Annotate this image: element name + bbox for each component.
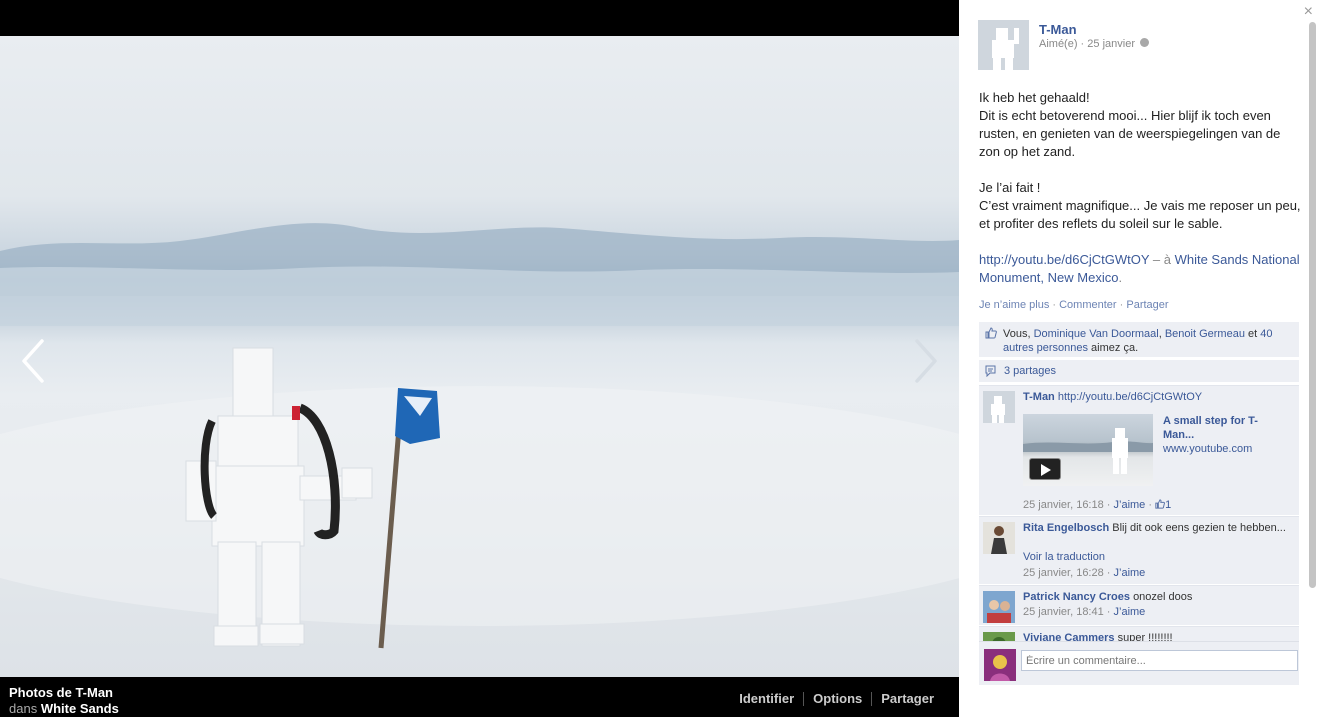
previous-photo-button[interactable] — [18, 338, 48, 384]
post-text-nl: Ik heb het gehaald! Dit is echt betovere… — [979, 90, 1281, 159]
shares-link[interactable]: 3 partages — [1004, 365, 1056, 377]
author-name[interactable]: T-Man — [1039, 22, 1077, 37]
comment-date[interactable]: 25 janvier, 16:28 — [1023, 567, 1104, 579]
post-link-sep: – à — [1149, 252, 1175, 267]
unlike-link[interactable]: Je n’aime plus — [979, 299, 1049, 311]
avatar-image — [978, 20, 1029, 70]
chevron-left-icon — [22, 339, 44, 383]
comment-text: T-Man http://youtu.be/d6CjCtGWtOY — [1023, 390, 1291, 404]
post-text-fr: Je l’ai fait ! C’est vraiment magnifique… — [979, 180, 1301, 231]
comment-like-link[interactable]: J’aime — [1114, 606, 1146, 618]
action-sep: · — [1116, 299, 1127, 311]
post-link-line: http://youtu.be/d6CjCtGWtOY – à White Sa… — [979, 251, 1304, 287]
avatar-image — [983, 391, 1015, 423]
comment-body: onozel doos — [1133, 591, 1193, 603]
comment-avatar[interactable] — [983, 591, 1015, 623]
avatar-image — [983, 522, 1015, 554]
post-link[interactable]: http://youtu.be/d6CjCtGWtOY — [979, 252, 1149, 267]
likes-text: Vous, Dominique Van Doormaal, Benoit Ger… — [1003, 327, 1293, 355]
post-location-end: . — [1118, 270, 1123, 285]
play-icon — [1041, 464, 1051, 476]
video-title-link[interactable]: A small step for T-Man... — [1163, 414, 1283, 442]
likes-suffix: aimez ça. — [1088, 342, 1139, 354]
liker-link[interactable]: Dominique Van Doormaal — [1034, 328, 1159, 340]
comment-text: Rita Engelbosch Blij dit ook eens gezien… — [1023, 521, 1291, 535]
photo-actions: Identifier Options Partager — [730, 692, 943, 706]
album-place: dans White Sands — [9, 701, 119, 717]
next-photo-button[interactable] — [911, 338, 941, 384]
thumbs-up-icon — [1155, 499, 1166, 509]
post-actions: Je n’aime plus · Commenter · Partager — [979, 299, 1169, 311]
post-meta: Aimé(e) · 25 janvier — [1039, 38, 1150, 50]
translate-text: Voir la traduction — [1023, 551, 1105, 563]
options-button[interactable]: Options — [803, 692, 871, 706]
album-title[interactable]: Photos de T-Man — [9, 685, 113, 701]
comment-meta: 25 janvier, 18:41 · J’aime — [1023, 606, 1146, 618]
play-button[interactable] — [1029, 458, 1061, 480]
comment-item: Rita Engelbosch Blij dit ook eens gezien… — [979, 516, 1299, 584]
close-icon[interactable]: × — [1304, 3, 1313, 21]
post-body: Ik heb het gehaald! Dit is echt betovere… — [979, 89, 1304, 305]
comment-composer — [979, 641, 1299, 685]
shares-summary: 3 partages — [979, 360, 1299, 382]
comment-text: Patrick Nancy Croes onozel doos — [1023, 590, 1291, 604]
avatar[interactable] — [984, 649, 1016, 681]
photo-stage: Photos de T-Man dans White Sands Identif… — [0, 0, 959, 717]
comment-item: Patrick Nancy Croes onozel doos 25 janvi… — [979, 585, 1299, 625]
liker-link[interactable]: Benoit Germeau — [1165, 328, 1245, 340]
likes-prefix: Vous, — [1003, 328, 1034, 340]
comment-input[interactable] — [1021, 650, 1298, 671]
likes-and: et — [1244, 328, 1261, 340]
comment-date[interactable]: 25 janvier, 16:18 — [1023, 499, 1104, 511]
photo-bottom-bar: Photos de T-Man dans White Sands Identif… — [0, 677, 959, 717]
action-sep: · — [1049, 299, 1060, 311]
comment-date[interactable]: 25 janvier, 18:41 — [1023, 606, 1104, 618]
post-panel: × T-Man Aimé(e) · 25 janvier Ik heb het … — [959, 0, 1318, 717]
panel-scrollbar[interactable] — [1309, 22, 1316, 588]
comment-avatar[interactable] — [983, 522, 1015, 554]
comment-item: T-Man http://youtu.be/d6CjCtGWtOY A smal… — [979, 385, 1299, 515]
share-link[interactable]: Partager — [1126, 299, 1168, 311]
thumbs-up-icon — [985, 327, 997, 339]
comment-link[interactable]: Commenter — [1059, 299, 1116, 311]
comment-like-link[interactable]: J’aime — [1114, 499, 1146, 511]
comment-author[interactable]: Rita Engelbosch — [1023, 522, 1109, 534]
likes-summary: Vous, Dominique Van Doormaal, Benoit Ger… — [979, 322, 1299, 357]
comment-body: Blij dit ook eens gezien te hebben... — [1112, 522, 1286, 534]
comment-like-count[interactable]: 1 — [1155, 499, 1171, 511]
comment-avatar[interactable] — [983, 391, 1015, 423]
like-count: 1 — [1165, 499, 1172, 511]
video-source-link[interactable]: www.youtube.com — [1163, 443, 1252, 455]
comment-link[interactable]: http://youtu.be/d6CjCtGWtOY — [1058, 391, 1202, 403]
comment-author[interactable]: T-Man — [1023, 391, 1055, 403]
photo[interactable] — [0, 36, 959, 677]
post-meta-text[interactable]: Aimé(e) · 25 janvier — [1039, 38, 1135, 50]
avatar-image — [984, 649, 1016, 681]
translate-link[interactable]: Voir la traduction — [1023, 551, 1105, 563]
comment-meta: 25 janvier, 16:28 · J’aime — [1023, 567, 1146, 579]
tag-photo-button[interactable]: Identifier — [730, 692, 803, 706]
globe-icon[interactable] — [1140, 38, 1150, 47]
album-place-link[interactable]: White Sands — [41, 701, 119, 716]
comment-like-link[interactable]: J’aime — [1114, 567, 1146, 579]
avatar-image — [983, 591, 1015, 623]
chevron-right-icon — [915, 339, 937, 383]
photo-scene — [0, 223, 959, 649]
video-thumbnail[interactable] — [1023, 414, 1153, 486]
share-icon — [985, 365, 996, 377]
comment-author[interactable]: Patrick Nancy Croes — [1023, 591, 1130, 603]
comment-meta: 25 janvier, 16:18 · J’aime · 1 — [1023, 499, 1172, 511]
album-place-prefix: dans — [9, 701, 38, 716]
avatar[interactable] — [978, 20, 1029, 70]
share-photo-button[interactable]: Partager — [871, 692, 943, 706]
